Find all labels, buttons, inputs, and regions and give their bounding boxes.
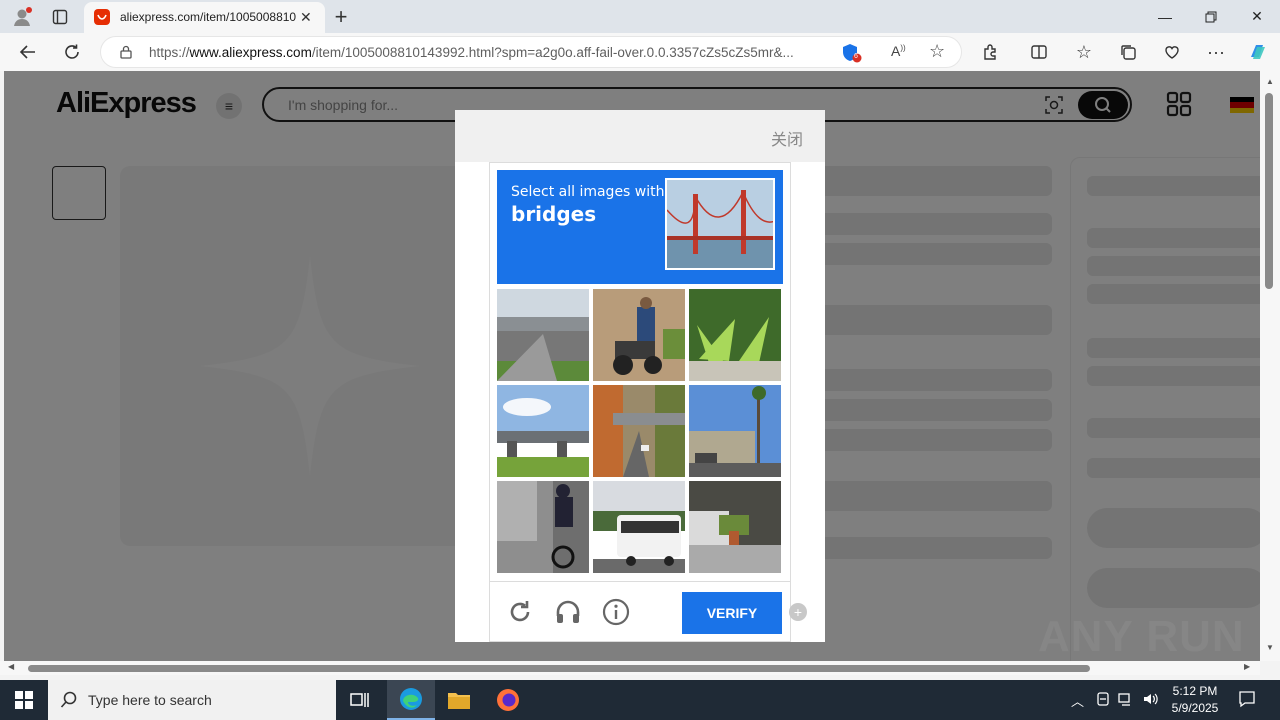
taskbar-search-input[interactable]: Type here to search [88,692,212,708]
captcha-footer: VERIFY [490,581,790,643]
url-text: https://www.aliexpress.com/item/10050088… [149,45,794,60]
windows-taskbar: Type here to search ︿ 5:12 PM 5/9/2025 [0,680,1280,720]
sample-bridge-image [665,178,775,270]
aliexpress-favicon-icon [94,9,110,25]
verify-button[interactable]: VERIFY [682,592,782,634]
captcha-instruction-banner: Select all images with bridges [497,170,783,284]
volume-icon[interactable] [1142,691,1158,710]
captcha-tile[interactable] [497,481,589,573]
favorites-icon[interactable]: ☆ [1072,40,1096,64]
tab-close-icon[interactable]: ✕ [300,9,312,26]
scroll-left-icon[interactable]: ◀ [8,662,14,671]
extensions-icon[interactable] [979,40,1003,64]
network-icon[interactable] [1118,691,1134,710]
tab-title: aliexpress.com/item/1005008810143992.htm… [120,10,296,24]
scroll-right-icon[interactable]: ▶ [1244,662,1250,671]
browser-toolbar: https://www.aliexpress.com/item/10050088… [0,33,1280,71]
captcha-tile[interactable] [593,481,685,573]
expand-plus-icon[interactable]: + [789,603,807,621]
browser-essentials-shield-icon[interactable]: 6 [841,43,863,63]
scroll-up-icon[interactable]: ▲ [1266,77,1274,86]
lock-icon[interactable] [119,45,133,64]
search-icon [60,691,78,714]
close-window-icon[interactable]: ✕ [1234,0,1280,33]
captcha-target-word: bridges [511,202,597,226]
minimize-icon[interactable]: — [1142,0,1188,33]
copilot-icon[interactable] [1246,40,1270,64]
back-icon[interactable] [16,40,40,64]
notifications-icon[interactable] [1238,690,1256,711]
tab-actions-icon[interactable] [49,6,71,28]
more-options-icon[interactable]: ··· [1204,40,1228,64]
task-view-icon[interactable] [336,680,384,720]
firefox-icon[interactable] [484,680,532,720]
anyrun-watermark: ANY RUN [1038,612,1245,661]
browser-title-bar: aliexpress.com/item/1005008810143992.htm… [0,0,1280,33]
system-clock[interactable]: 5:12 PM 5/9/2025 [1162,683,1228,717]
captcha-tile[interactable] [689,385,781,477]
captcha-tile[interactable] [689,481,781,573]
recaptcha-frame: Select all images with bridges VERIFY [489,162,791,642]
captcha-tile[interactable] [593,289,685,381]
clock-time: 5:12 PM [1172,684,1218,698]
windows-start-icon[interactable] [0,680,48,720]
read-aloud-icon[interactable]: A)) [891,43,906,59]
restore-icon[interactable] [1188,0,1234,33]
reload-icon[interactable] [506,598,534,626]
headphones-audio-icon[interactable] [554,598,582,626]
captcha-tile[interactable] [593,385,685,477]
captcha-tile[interactable] [497,289,589,381]
file-explorer-icon[interactable] [435,680,483,720]
refresh-icon[interactable] [60,40,84,64]
address-bar[interactable]: https://www.aliexpress.com/item/10050088… [100,36,962,68]
captcha-instruction: Select all images with [511,184,665,200]
browser-tab[interactable]: aliexpress.com/item/1005008810143992.htm… [84,2,325,33]
collections-icon[interactable] [1116,40,1140,64]
tray-device-icon[interactable] [1096,691,1110,710]
shield-badge: 6 [854,53,858,60]
vertical-scrollbar[interactable]: ▲ ▼ [1260,71,1280,661]
horizontal-scrollbar[interactable]: ◀ ▶ [0,661,1260,675]
horizontal-scroll-thumb[interactable] [28,665,1090,672]
captcha-dialog: 关闭 Select all images with bridges VERIFY… [455,110,825,642]
info-icon[interactable] [602,598,630,626]
favorite-star-icon[interactable]: ☆ [929,41,945,62]
captcha-tile[interactable] [497,385,589,477]
captcha-close-button[interactable]: 关闭 [771,126,803,150]
clock-date: 5/9/2025 [1171,701,1219,715]
edge-taskbar-icon[interactable] [387,680,435,720]
taskbar-search-box[interactable]: Type here to search [48,680,336,720]
split-screen-icon[interactable] [1027,40,1051,64]
captcha-tile[interactable] [689,289,781,381]
web-page: AliExpress ≡ I'm shopping for... [4,71,1260,661]
vertical-scroll-thumb[interactable] [1265,93,1273,289]
browser-essentials-icon[interactable] [1160,40,1184,64]
new-tab-icon[interactable]: + [330,4,352,30]
tray-chevron-icon[interactable]: ︿ [1071,691,1084,710]
scroll-down-icon[interactable]: ▼ [1266,643,1274,652]
captcha-header: 关闭 [455,110,825,162]
profile-icon[interactable] [11,6,33,28]
